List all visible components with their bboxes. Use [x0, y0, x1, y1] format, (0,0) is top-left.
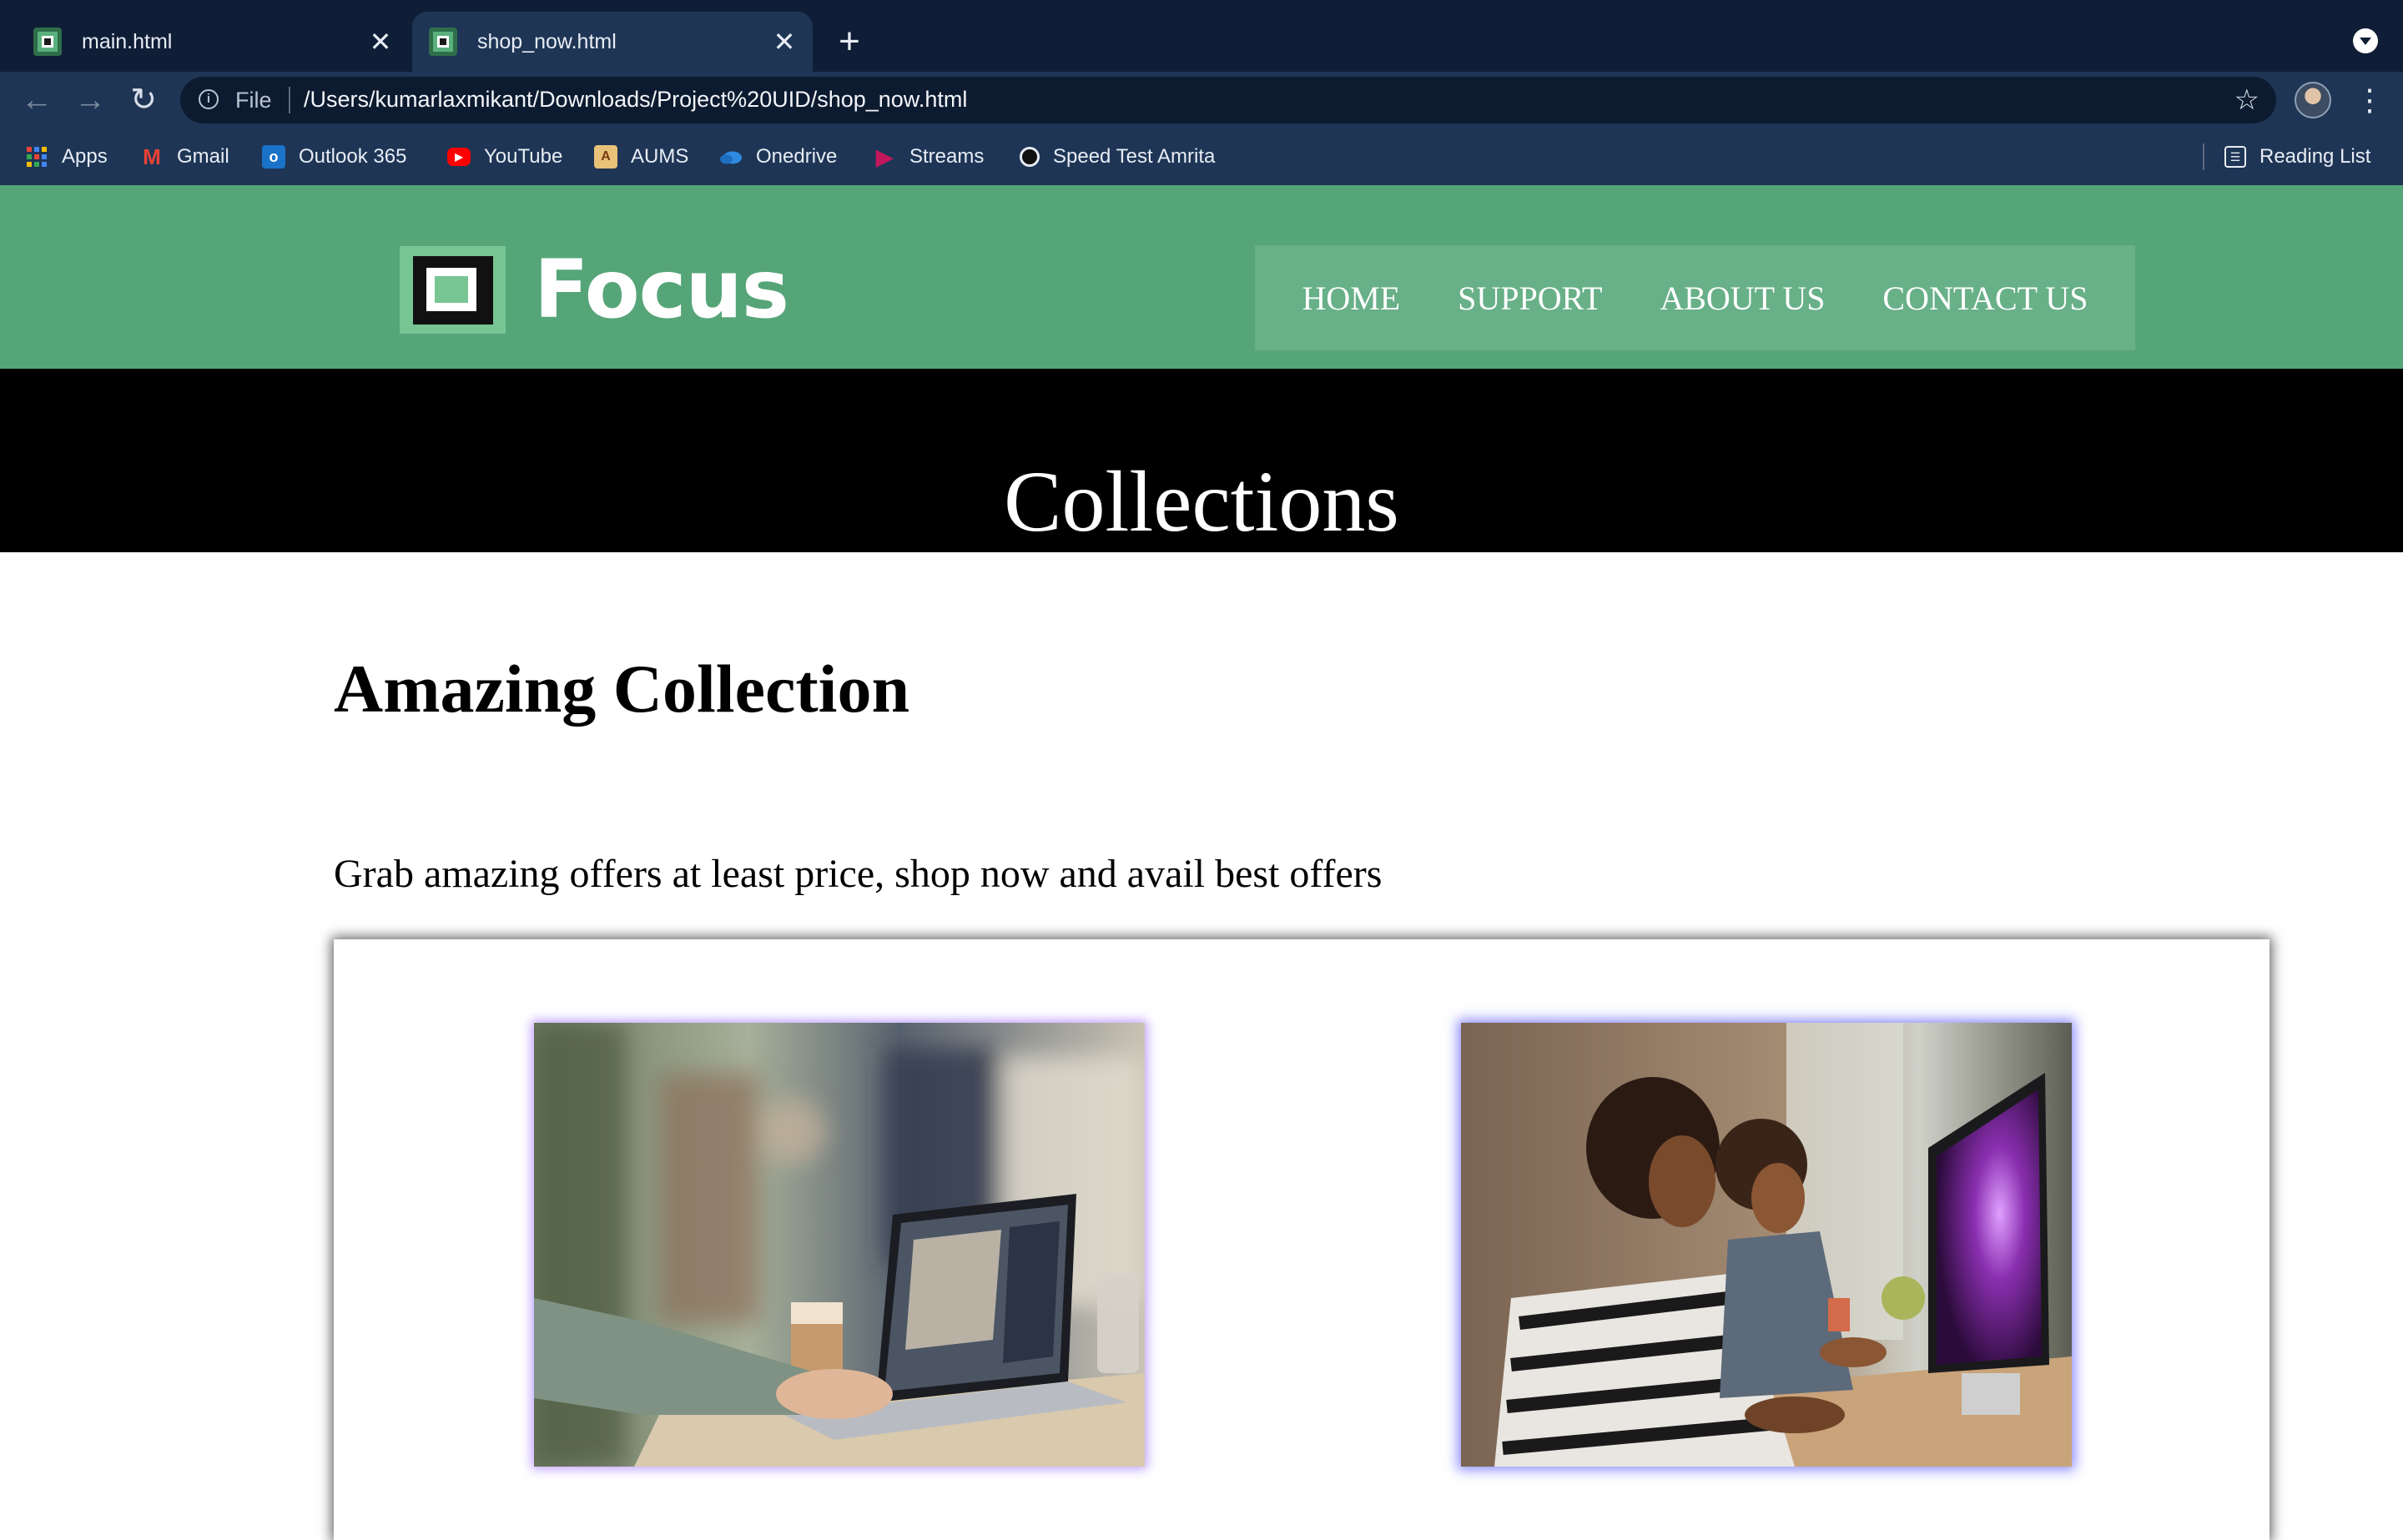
- bookmark-gmail[interactable]: M Gmail: [140, 128, 229, 185]
- bookmark-speed-test[interactable]: Speed Test Amrita: [1020, 128, 1215, 185]
- tab-search-icon[interactable]: [2353, 28, 2378, 53]
- back-arrow-icon[interactable]: ←: [15, 78, 58, 122]
- aums-icon: A: [594, 145, 617, 169]
- close-tab-icon[interactable]: ✕: [768, 28, 801, 55]
- forward-arrow-icon[interactable]: →: [68, 78, 112, 122]
- bookmark-streams[interactable]: ▶ Streams: [873, 128, 984, 185]
- bookmark-label: Streams: [909, 145, 985, 168]
- nav-contact-us-link[interactable]: CONTACT US: [1882, 279, 2088, 318]
- nav-support-link[interactable]: SUPPORT: [1458, 279, 1602, 318]
- page-favicon-icon: [429, 28, 457, 56]
- collections-banner: Collections: [0, 369, 2403, 552]
- banner-title: Collections: [1004, 454, 1399, 550]
- reading-list-button[interactable]: ☰ Reading List: [2224, 128, 2370, 185]
- bookmark-label: Onedrive: [756, 145, 838, 168]
- close-tab-icon[interactable]: ✕: [364, 28, 397, 55]
- url-separator: [289, 87, 290, 113]
- bookmark-outlook[interactable]: o Outlook 365: [262, 128, 406, 185]
- nav-home-link[interactable]: HOME: [1302, 279, 1400, 318]
- product-card: [334, 939, 2270, 1540]
- streams-icon: ▶: [876, 143, 893, 169]
- focus-logo-icon[interactable]: [400, 246, 506, 334]
- site-info-icon[interactable]: i: [199, 89, 219, 109]
- address-bar[interactable]: i File /Users/kumarlaxmikant/Downloads/P…: [180, 77, 2276, 123]
- tab-main-html[interactable]: main.html ✕: [17, 12, 409, 72]
- bookmark-label: YouTube: [484, 145, 563, 168]
- tab-title: shop_now.html: [477, 29, 617, 53]
- speedtest-icon: [1020, 147, 1040, 167]
- tab-shop-now-html[interactable]: shop_now.html ✕: [412, 12, 813, 72]
- main-nav: HOME SUPPORT ABOUT US CONTACT US: [1255, 245, 2135, 350]
- reading-list-label: Reading List: [2259, 145, 2371, 168]
- bookmarks-separator: [2203, 143, 2204, 170]
- outlook-icon: o: [262, 145, 285, 169]
- desktop-photo-illustration: [1461, 1023, 2072, 1467]
- bookmark-label: Apps: [62, 145, 108, 168]
- onedrive-icon: [719, 145, 743, 169]
- browser-toolbar: ← → ↻ i File /Users/kumarlaxmikant/Downl…: [0, 72, 2403, 128]
- new-tab-plus-icon[interactable]: +: [831, 20, 868, 63]
- bookmark-aums[interactable]: A AUMS: [594, 128, 688, 185]
- bookmark-youtube[interactable]: ▶ YouTube: [447, 128, 562, 185]
- nav-about-us-link[interactable]: ABOUT US: [1660, 279, 1825, 318]
- section-subtext: Grab amazing offers at least price, shop…: [334, 852, 1383, 896]
- browser-tab-strip: main.html ✕ shop_now.html ✕ +: [0, 0, 2403, 72]
- laptop-photo-illustration: [534, 1023, 1145, 1467]
- url-scheme-label: File: [235, 88, 272, 113]
- brand-name[interactable]: Focus: [534, 244, 789, 335]
- bookmark-apps[interactable]: Apps: [25, 128, 108, 185]
- bookmarks-bar: Apps M Gmail o Outlook 365 ▶ YouTube A A…: [0, 128, 2403, 185]
- gmail-icon: M: [143, 143, 161, 169]
- bookmark-label: Speed Test Amrita: [1053, 145, 1216, 168]
- apps-grid-icon: [25, 145, 48, 169]
- youtube-icon: ▶: [447, 148, 471, 166]
- product-image-desktop[interactable]: [1461, 1023, 2072, 1467]
- bookmark-label: AUMS: [631, 145, 689, 168]
- site-header: Focus HOME SUPPORT ABOUT US CONTACT US: [0, 185, 2403, 369]
- browser-menu-icon[interactable]: ⋮: [2355, 80, 2385, 120]
- section-heading: Amazing Collection: [334, 651, 910, 727]
- reload-icon[interactable]: ↻: [122, 78, 165, 122]
- bookmark-onedrive[interactable]: Onedrive: [719, 128, 837, 185]
- profile-avatar[interactable]: [2295, 82, 2331, 118]
- page-favicon-icon: [33, 28, 62, 56]
- bookmark-star-icon[interactable]: ☆: [2234, 83, 2259, 117]
- product-image-laptop[interactable]: [534, 1023, 1145, 1467]
- url-text[interactable]: /Users/kumarlaxmikant/Downloads/Project%…: [304, 87, 967, 113]
- bookmark-label: Gmail: [177, 145, 229, 168]
- tab-title: main.html: [82, 29, 173, 53]
- bookmark-label: Outlook 365: [299, 145, 407, 168]
- reading-list-icon: ☰: [2224, 146, 2246, 168]
